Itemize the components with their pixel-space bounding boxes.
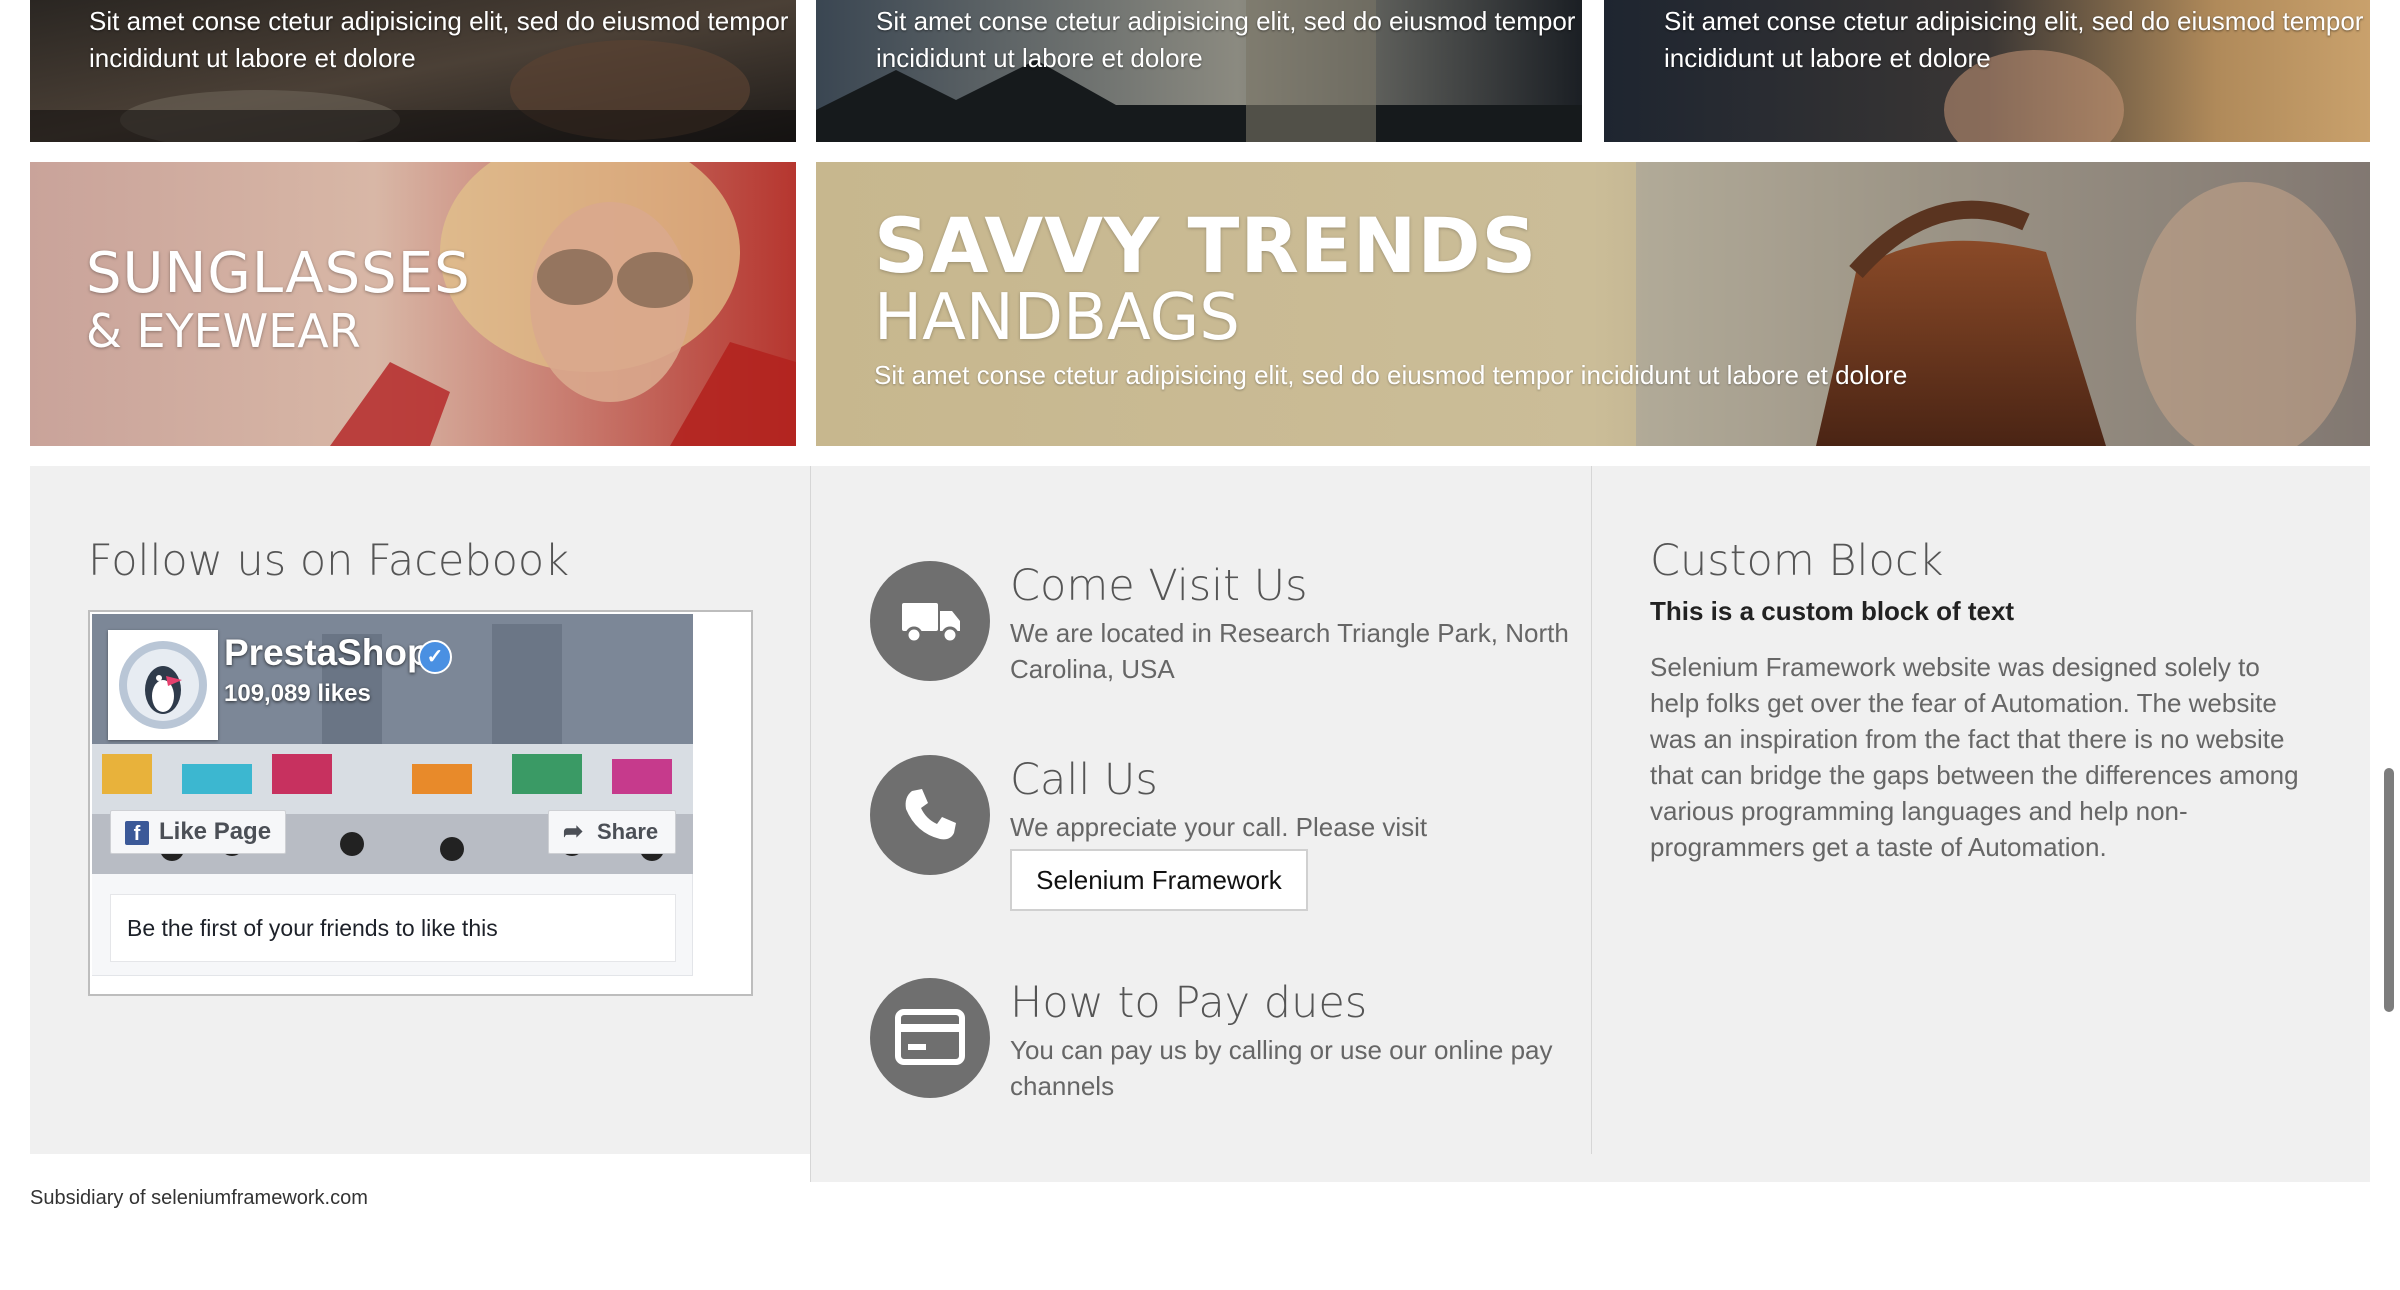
facebook-cover-image[interactable]: PrestaShop ✓ 109,089 likes f Like Page ➦… <box>92 614 693 874</box>
selenium-framework-button[interactable]: Selenium Framework <box>1010 849 1308 911</box>
contact-text: You can pay us by calling or use our onl… <box>1010 1035 1553 1101</box>
banner-caption: Sit amet conse ctetur adipisicing elit, … <box>1664 6 2364 73</box>
friends-like-text: Be the first of your friends to like thi… <box>110 894 676 962</box>
custom-block-body: Selenium Framework website was designed … <box>1650 652 2299 862</box>
banner-handbags[interactable]: SAVVY TRENDS HANDBAGS Sit amet conse cte… <box>816 162 2370 446</box>
scrollbar-thumb[interactable] <box>2384 768 2394 1012</box>
facebook-heading: Follow us on Facebook <box>88 536 570 586</box>
credit-card-icon <box>870 978 990 1098</box>
verified-badge-icon: ✓ <box>418 640 452 674</box>
puffin-logo-icon <box>119 641 207 729</box>
banner-caption: Sit amet conse ctetur adipisicing elit, … <box>874 360 1908 390</box>
banner-subtitle: & EYEWEAR <box>86 304 361 358</box>
facebook-icon: f <box>125 821 149 845</box>
banner-top-left[interactable]: Sit amet conse ctetur adipisicing elit, … <box>30 0 796 142</box>
share-arrow-icon: ➦ <box>563 818 584 845</box>
banner-top-right[interactable]: Sit amet conse ctetur adipisicing elit, … <box>1604 0 2370 142</box>
truck-icon <box>870 561 990 681</box>
custom-block-subheading: This is a custom block of text <box>1650 596 2015 626</box>
prestashop-logo[interactable] <box>108 630 218 740</box>
like-page-button[interactable]: f Like Page <box>110 810 286 854</box>
facebook-likes-count: 109,089 likes <box>224 680 371 707</box>
column-divider <box>810 466 811 1182</box>
footer-section-extension <box>810 1154 2370 1182</box>
contact-text: We appreciate your call. Please visit <box>1010 812 1428 842</box>
facebook-page-plugin: PrestaShop ✓ 109,089 likes f Like Page ➦… <box>92 614 693 976</box>
contact-title: Call Us <box>1010 755 1158 805</box>
banner-caption: Sit amet conse ctetur adipisicing elit, … <box>876 6 1576 73</box>
banner-caption: Sit amet conse ctetur adipisicing elit, … <box>89 6 789 73</box>
banner-title: SUNGLASSES <box>86 241 471 306</box>
facebook-widget: PrestaShop ✓ 109,089 likes f Like Page ➦… <box>88 610 753 996</box>
phone-icon <box>870 755 990 875</box>
contact-text: We are located in Research Triangle Park… <box>1010 618 1569 684</box>
column-divider <box>1591 466 1592 1154</box>
contact-title: How to Pay dues <box>1010 978 1368 1028</box>
facebook-page-name[interactable]: PrestaShop <box>224 632 430 674</box>
like-page-label: Like Page <box>159 818 272 845</box>
custom-block-heading: Custom Block <box>1650 536 1944 586</box>
contact-title: Come Visit Us <box>1010 561 1308 611</box>
footer-note: Subsidiary of seleniumframework.com <box>30 1187 368 1209</box>
banner-sunglasses[interactable]: SUNGLASSES & EYEWEAR <box>30 162 796 446</box>
share-button[interactable]: ➦ Share <box>548 810 676 854</box>
banner-top-middle[interactable]: Sit amet conse ctetur adipisicing elit, … <box>816 0 1582 142</box>
share-label: Share <box>597 819 659 844</box>
banner-title: SAVVY TRENDS <box>874 201 1538 290</box>
banner-subtitle: HANDBAGS <box>874 281 1240 355</box>
